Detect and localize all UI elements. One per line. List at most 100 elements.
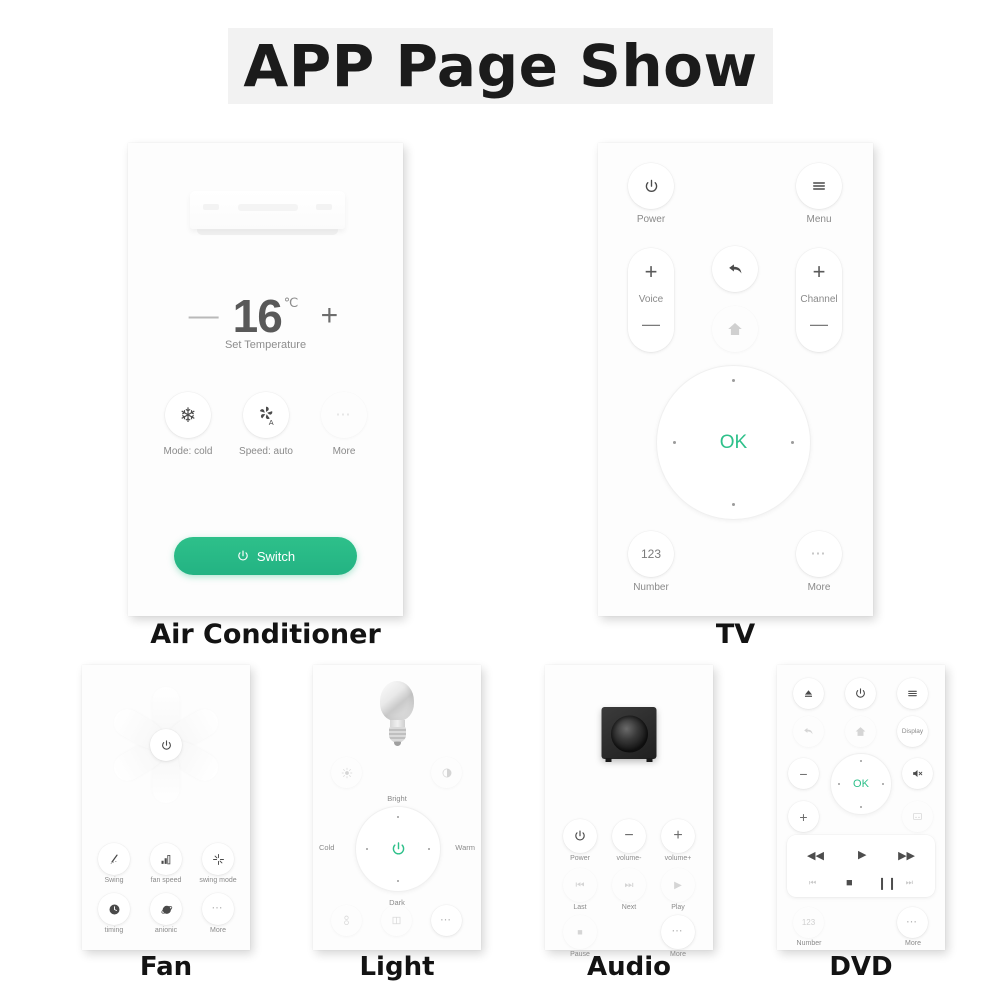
clock-icon: [109, 904, 119, 914]
audio-volume-up-button[interactable]: +: [661, 819, 695, 853]
temperature-value: 16: [232, 290, 283, 342]
audio-next-button[interactable]: ⏭: [612, 868, 646, 902]
fan-timing-button[interactable]: [98, 893, 130, 925]
tv-power-button[interactable]: [628, 163, 674, 209]
minus-icon: −: [799, 765, 808, 782]
channel-up-button[interactable]: +: [796, 259, 842, 285]
tv-channel-control[interactable]: + Channel —: [796, 248, 842, 352]
previous-track-icon[interactable]: ⏮: [809, 879, 816, 887]
tv-back-button[interactable]: [712, 246, 758, 292]
dvd-mute-button[interactable]: [902, 758, 933, 789]
channel-down-button[interactable]: —: [796, 314, 842, 335]
light-dial[interactable]: [355, 806, 441, 892]
dvd-power-button[interactable]: [845, 678, 876, 709]
voice-down-button[interactable]: —: [628, 314, 674, 335]
dvd-menu-button[interactable]: [897, 678, 928, 709]
light-mode-button[interactable]: [381, 905, 412, 936]
temperature-increase-button[interactable]: +: [316, 301, 342, 331]
audio-caption: Audio: [586, 952, 672, 982]
mode-icon: [392, 916, 401, 925]
ellipsis-icon: ⋯: [671, 925, 685, 938]
set-temperature-row: — 16 ℃ +: [128, 293, 403, 339]
dvd-display-button[interactable]: Display: [897, 716, 928, 747]
fan-speed-button[interactable]: [150, 843, 182, 875]
dvd-number-button[interactable]: 123: [793, 907, 824, 938]
light-caption: Light: [359, 952, 435, 982]
ac-more-button[interactable]: ⋯: [321, 392, 367, 438]
dpad-down-dot[interactable]: [732, 503, 735, 506]
brightness-high-icon: [442, 768, 451, 777]
audio-play-button[interactable]: ▶: [661, 868, 695, 902]
dvd-dpad[interactable]: OK: [830, 753, 892, 815]
temperature-value-group: 16 ℃: [233, 293, 299, 339]
fan-swing-mode-label: swing mode: [199, 877, 237, 884]
tv-dpad[interactable]: OK: [656, 365, 811, 520]
fan-swing-mode-button[interactable]: [202, 843, 234, 875]
tv-voice-control[interactable]: + Voice —: [628, 248, 674, 352]
fan-swing-button[interactable]: [98, 843, 130, 875]
next-track-icon[interactable]: ⏭: [906, 879, 913, 887]
next-track-icon: ⏭: [624, 879, 634, 891]
mode-cold-button[interactable]: ❄: [165, 392, 211, 438]
light-brightness-high-button[interactable]: [431, 757, 462, 788]
dvd-back-button[interactable]: [793, 716, 824, 747]
light-brightness-low-button[interactable]: [331, 757, 362, 788]
fan-anionic-button[interactable]: [150, 893, 182, 925]
audio-panel: Power − volume- + volume+ ⏮ Last ⏭ Next …: [545, 665, 713, 958]
power-icon: [575, 830, 585, 841]
air-conditioner-caption: Air Conditioner: [150, 619, 381, 650]
dvd-home-button[interactable]: [845, 716, 876, 747]
light-scene-button[interactable]: [331, 905, 362, 936]
dial-up-dot[interactable]: [397, 816, 400, 819]
ellipsis-icon: ⋯: [211, 902, 225, 915]
fast-forward-icon[interactable]: ▶▶: [898, 851, 915, 862]
dvd-ok-button[interactable]: OK: [831, 778, 891, 790]
audio-power-button[interactable]: [563, 819, 597, 853]
dvd-eject-button[interactable]: [793, 678, 824, 709]
back-arrow-icon: [728, 263, 741, 273]
light-more-button[interactable]: ⋯: [431, 905, 462, 936]
dvd-caption: DVD: [829, 952, 893, 982]
123-icon: 123: [801, 918, 816, 927]
fan-more-button[interactable]: ⋯: [202, 893, 234, 925]
light-power-button[interactable]: [356, 841, 440, 858]
dpad-up-dot[interactable]: [860, 760, 863, 763]
dvd-volume-up-button[interactable]: +: [788, 801, 819, 832]
tv-ok-button[interactable]: OK: [657, 432, 810, 454]
play-icon[interactable]: ▶: [858, 850, 866, 861]
mute-icon: [913, 769, 923, 778]
fan-speed-bars-icon: [161, 854, 170, 864]
temperature-decrease-button[interactable]: —: [189, 301, 219, 331]
dvd-subtitle-button[interactable]: [902, 801, 933, 832]
scene-icon: [344, 915, 349, 925]
display-icon: Display: [901, 728, 924, 735]
audio-more-button[interactable]: ⋯: [661, 915, 695, 949]
home-icon: [728, 323, 742, 335]
speed-auto-button[interactable]: A: [243, 392, 289, 438]
anion-icon: [160, 905, 172, 914]
voice-up-button[interactable]: +: [628, 259, 674, 285]
menu-icon: [908, 690, 917, 697]
svg-text:A: A: [269, 418, 274, 426]
pause-icon[interactable]: ❙❙: [877, 877, 897, 889]
dpad-up-dot[interactable]: [732, 379, 735, 382]
swing-icon: [109, 854, 118, 864]
rewind-icon[interactable]: ◀◀: [807, 851, 824, 862]
audio-last-button[interactable]: ⏮: [563, 868, 597, 902]
dvd-volume-down-button[interactable]: −: [788, 758, 819, 789]
audio-volume-down-button[interactable]: −: [612, 819, 646, 853]
tv-number-button[interactable]: 123: [628, 531, 674, 577]
tv-menu-button[interactable]: [796, 163, 842, 209]
channel-label: Channel: [800, 294, 838, 305]
voice-label: Voice: [638, 294, 664, 305]
dvd-more-button[interactable]: ⋯: [897, 907, 928, 938]
tv-home-button[interactable]: [712, 306, 758, 352]
ac-switch-button[interactable]: Switch: [174, 537, 357, 575]
dpad-down-dot[interactable]: [860, 805, 863, 808]
dial-down-dot[interactable]: [397, 879, 400, 882]
app-page-show-stage: APP Page Show — 16 ℃ + Set Temperature ❄…: [0, 0, 1000, 1000]
fan-power-button[interactable]: [150, 729, 182, 761]
audio-pause-button[interactable]: ■: [563, 915, 597, 949]
stop-icon[interactable]: ■: [846, 878, 853, 889]
tv-more-button[interactable]: ⋯: [796, 531, 842, 577]
